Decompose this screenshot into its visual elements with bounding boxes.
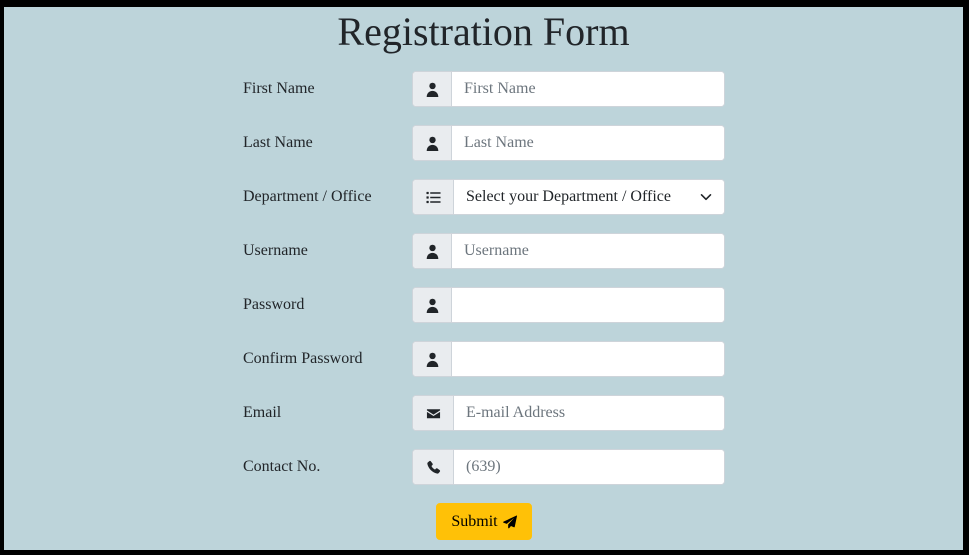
email-group	[412, 395, 725, 431]
username-row: Username	[4, 233, 963, 269]
confirm-password-row: Confirm Password	[4, 341, 963, 377]
registration-page: Registration Form First Name Last Name D…	[4, 7, 963, 550]
first-name-row: First Name	[4, 71, 963, 107]
contact-row: Contact No.	[4, 449, 963, 485]
department-select[interactable]: Select your Department / Office	[454, 180, 724, 214]
contact-group	[412, 449, 725, 485]
chevron-down-icon	[700, 194, 712, 201]
user-icon	[413, 126, 452, 160]
password-label: Password	[243, 296, 305, 313]
list-icon	[413, 180, 454, 214]
email-input[interactable]	[454, 396, 724, 430]
username-label: Username	[243, 242, 308, 259]
phone-icon	[413, 450, 454, 484]
password-input[interactable]	[452, 288, 724, 322]
contact-label: Contact No.	[243, 458, 321, 475]
email-row: Email	[4, 395, 963, 431]
user-icon	[413, 342, 452, 376]
last-name-label: Last Name	[243, 134, 313, 151]
envelope-icon	[413, 396, 454, 430]
first-name-input[interactable]	[452, 72, 724, 106]
submit-button[interactable]: Submit	[436, 503, 532, 540]
last-name-row: Last Name	[4, 125, 963, 161]
last-name-group	[412, 125, 725, 161]
username-input[interactable]	[452, 234, 724, 268]
first-name-group	[412, 71, 725, 107]
email-label: Email	[243, 404, 282, 421]
username-group	[412, 233, 725, 269]
department-label: Department / Office	[243, 188, 372, 205]
confirm-password-input[interactable]	[452, 342, 724, 376]
paper-plane-icon	[502, 514, 517, 528]
confirm-password-label: Confirm Password	[243, 350, 363, 367]
page-title: Registration Form	[337, 9, 630, 54]
password-group	[412, 287, 725, 323]
user-icon	[413, 288, 452, 322]
department-group: Select your Department / Office	[412, 179, 725, 215]
confirm-password-group	[412, 341, 725, 377]
user-icon	[413, 234, 452, 268]
submit-label: Submit	[451, 512, 498, 530]
first-name-label: First Name	[243, 80, 315, 97]
department-selected-value: Select your Department / Office	[466, 188, 671, 205]
department-row: Department / Office Select your Departme…	[4, 179, 963, 215]
contact-input[interactable]	[454, 450, 724, 484]
password-row: Password	[4, 287, 963, 323]
user-icon	[413, 72, 452, 106]
last-name-input[interactable]	[452, 126, 724, 160]
